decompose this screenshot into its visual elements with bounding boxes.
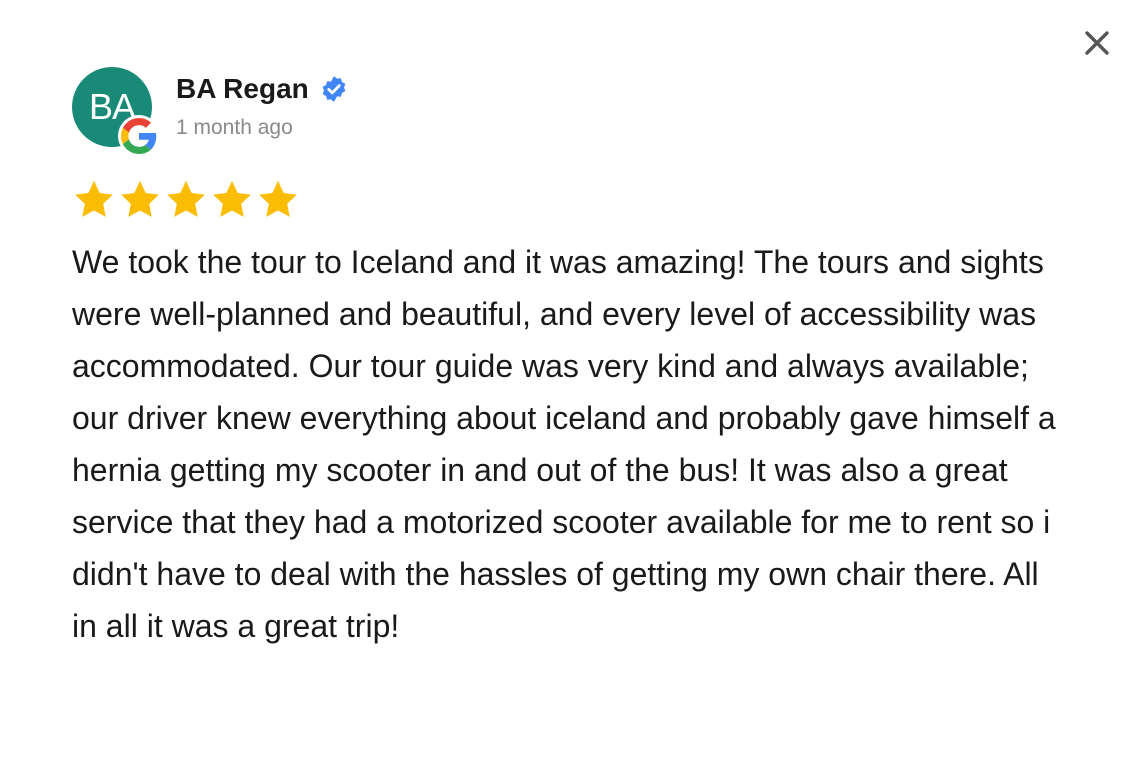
star-icon — [75, 180, 113, 217]
close-button[interactable] — [1080, 26, 1114, 60]
star-icon — [259, 180, 297, 217]
author-name[interactable]: BA Regan — [176, 73, 309, 105]
author-row: BA Regan — [176, 71, 349, 107]
close-icon — [1085, 31, 1109, 55]
star-icon — [167, 180, 205, 217]
star-icon — [121, 180, 159, 217]
star-rating — [72, 178, 300, 222]
verified-badge — [319, 74, 349, 104]
google-icon — [121, 118, 157, 154]
google-badge — [118, 115, 160, 157]
review-header: BA BA Regan 1 month ago — [72, 67, 772, 157]
review-text: We took the tour to Iceland and it was a… — [72, 244, 1056, 644]
review-date: 1 month ago — [176, 116, 293, 139]
star-icon — [213, 180, 251, 217]
verified-icon — [322, 76, 346, 102]
